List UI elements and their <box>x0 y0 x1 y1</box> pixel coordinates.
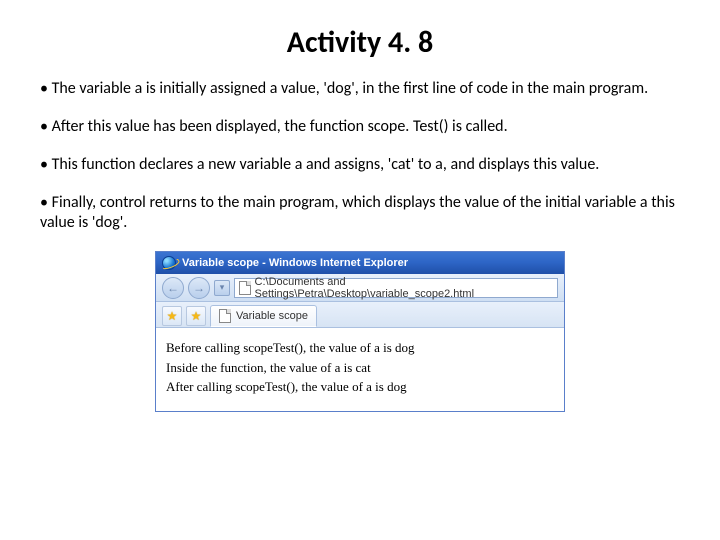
bullet-3: • This function declares a new variable … <box>40 155 680 175</box>
add-favorite-button[interactable]: ★ <box>186 306 206 326</box>
browser-nav-row: ← → ▾ C:\Documents and Settings\Petra\De… <box>156 274 564 302</box>
address-text: C:\Documents and Settings\Petra\Desktop\… <box>255 276 553 300</box>
browser-tab-row: ★ ★ Variable scope <box>156 302 564 328</box>
bullet-1: • The variable a is initially assigned a… <box>40 79 680 99</box>
output-line-3: After calling scopeTest(), the value of … <box>166 377 554 397</box>
browser-titlebar: Variable scope - Windows Internet Explor… <box>156 252 564 274</box>
arrow-right-icon: → <box>193 281 205 295</box>
page-icon <box>239 281 251 295</box>
ie-logo-icon <box>162 256 176 270</box>
browser-content: Before calling scopeTest(), the value of… <box>156 328 564 411</box>
browser-window: Variable scope - Windows Internet Explor… <box>155 251 565 412</box>
star-icon: ★ <box>191 309 202 323</box>
browser-tab[interactable]: Variable scope <box>210 305 317 327</box>
forward-button[interactable]: → <box>188 277 210 299</box>
output-line-2: Inside the function, the value of a is c… <box>166 358 554 378</box>
tab-label: Variable scope <box>236 310 308 322</box>
address-bar[interactable]: C:\Documents and Settings\Petra\Desktop\… <box>234 278 558 298</box>
nav-dropdown-button[interactable]: ▾ <box>214 280 230 296</box>
favorites-button[interactable]: ★ <box>162 306 182 326</box>
bullet-4: • Finally, control returns to the main p… <box>40 193 680 233</box>
bullet-2: • After this value has been displayed, t… <box>40 117 680 137</box>
back-button[interactable]: ← <box>162 277 184 299</box>
arrow-left-icon: ← <box>167 281 179 295</box>
star-icon: ★ <box>167 309 178 323</box>
page-title: Activity 4. 8 <box>40 24 680 61</box>
chevron-down-icon: ▾ <box>220 282 225 293</box>
output-line-1: Before calling scopeTest(), the value of… <box>166 338 554 358</box>
page-icon <box>219 309 231 323</box>
window-title-text: Variable scope - Windows Internet Explor… <box>182 257 408 269</box>
